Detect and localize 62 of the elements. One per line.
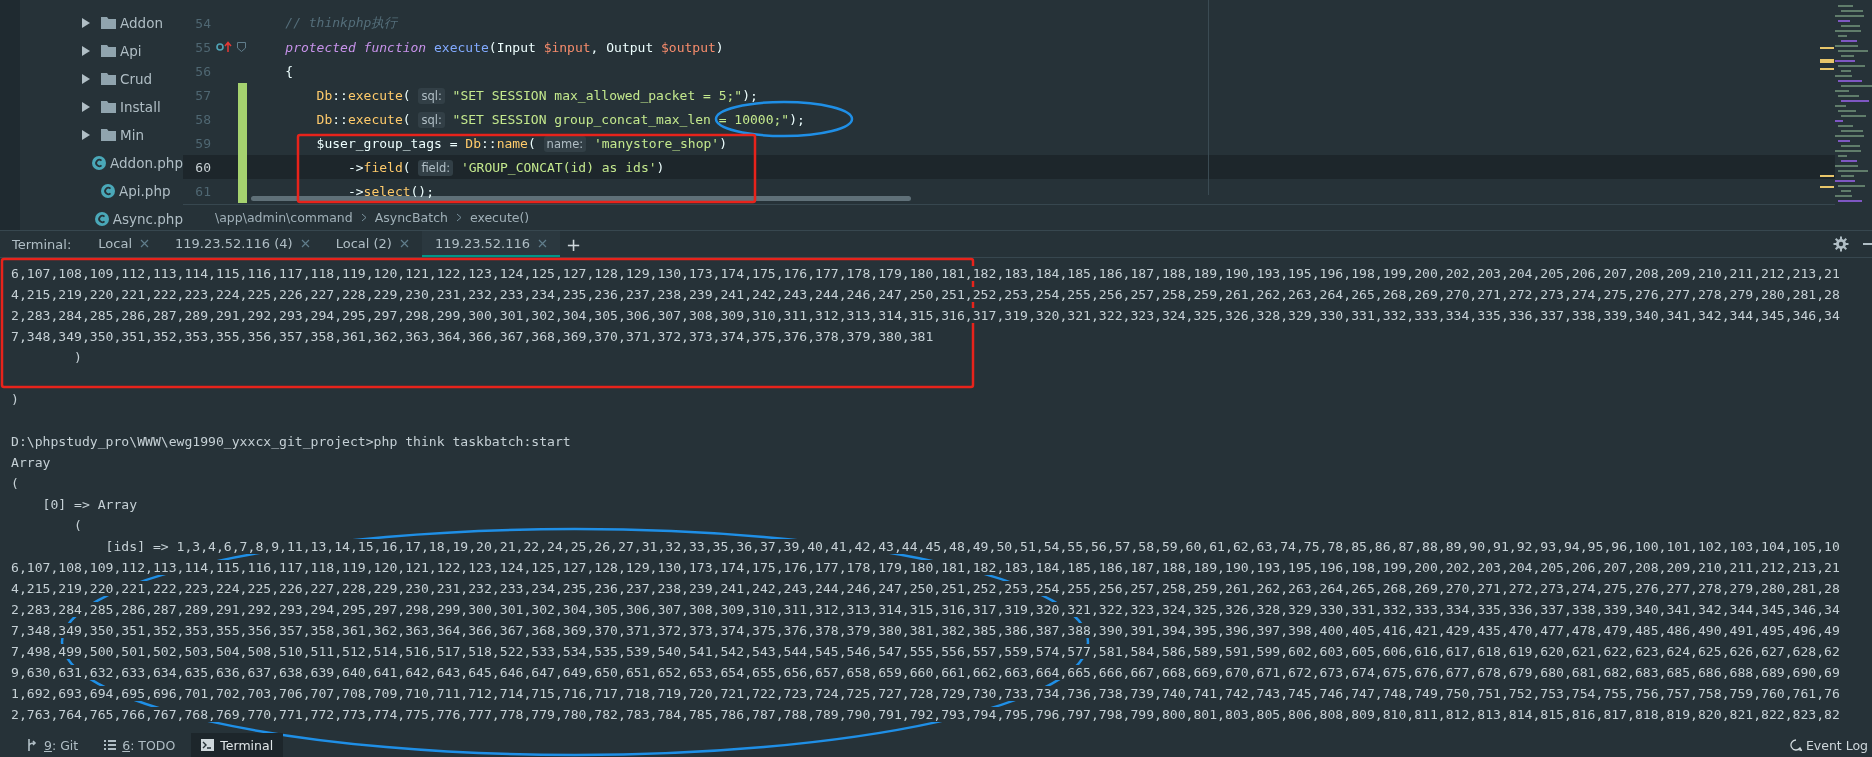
chevron-icon	[360, 213, 367, 223]
line-number: 59	[194, 135, 211, 151]
override-marker-icon[interactable]	[216, 41, 232, 53]
tool-window-button[interactable]: Terminal	[191, 733, 284, 757]
tree-item[interactable]: Api.php	[20, 177, 183, 205]
tree-item[interactable]: Async.php	[20, 205, 183, 233]
folder-icon	[101, 17, 116, 29]
horizontal-scrollbar[interactable]	[251, 196, 911, 201]
expand-arrow-icon[interactable]	[82, 130, 90, 140]
code-line: {	[284, 63, 294, 79]
branch-icon	[26, 739, 38, 751]
fold-icon[interactable]	[237, 42, 246, 52]
line-number: 55	[194, 39, 211, 55]
line-number: 56	[194, 63, 211, 79]
close-icon[interactable]	[538, 238, 548, 248]
class-file-icon	[94, 212, 109, 226]
terminal-tab[interactable]: 119.23.52.116	[421, 231, 561, 257]
tool-window-button[interactable]: 6: TODO	[94, 733, 186, 757]
breadcrumb-item[interactable]: execute()	[469, 210, 530, 226]
code-line: // thinkphp执行	[284, 14, 398, 32]
tree-item[interactable]: Addon	[20, 9, 183, 37]
code-line: Db::execute( sql: "SET SESSION max_allowed_packet = 5;");	[315, 87, 758, 103]
close-icon[interactable]	[140, 238, 150, 248]
folder-icon	[101, 73, 116, 85]
terminal-tab[interactable]: Local (2)	[322, 231, 422, 257]
code-line: ->select();	[346, 183, 435, 199]
new-tab-button[interactable]: +	[560, 233, 588, 255]
tree-item[interactable]: Crud	[20, 65, 183, 93]
class-file-icon	[101, 184, 115, 198]
list-icon	[104, 740, 117, 750]
close-icon[interactable]	[300, 238, 310, 248]
breadcrumb-item[interactable]: \app\admin\command	[215, 210, 353, 226]
expand-arrow-icon[interactable]	[82, 74, 90, 84]
tree-item[interactable]: Addon.php	[20, 149, 183, 177]
class-file-icon	[92, 156, 107, 170]
tree-item[interactable]: Min	[20, 121, 183, 149]
tool-window-button[interactable]: 9: Git	[16, 733, 89, 757]
terminal-tab[interactable]: 119.23.52.116 (4)	[162, 231, 323, 257]
expand-arrow-icon[interactable]	[82, 46, 90, 56]
code-line: Db::execute( sql: "SET SESSION group_concat_max_len = 10000;");	[315, 111, 805, 127]
tree-item[interactable]: Install	[20, 93, 183, 121]
line-number: 57	[194, 87, 211, 103]
breadcrumb-item[interactable]: AsyncBatch	[374, 210, 448, 226]
terminal-tab[interactable]: Local	[85, 231, 163, 257]
code-line: protected function execute(Input $input, Output $output)	[284, 39, 724, 55]
folder-icon	[101, 129, 116, 141]
expand-arrow-icon[interactable]	[82, 102, 90, 112]
code-line: $user_group_tags = Db::name( name: 'manystore_shop')	[315, 135, 727, 151]
folder-icon	[101, 45, 116, 57]
terminal-label: Terminal:	[12, 236, 72, 252]
folder-icon	[101, 101, 116, 113]
code-line: ->field( field: 'GROUP_CONCAT(id) as ids')	[346, 159, 665, 175]
close-icon[interactable]	[399, 238, 409, 248]
line-number: 54	[194, 15, 211, 31]
terminal-icon	[201, 739, 215, 751]
line-number: 58	[194, 111, 211, 127]
line-number: 61	[194, 183, 211, 199]
tree-item[interactable]: Api	[20, 37, 183, 65]
expand-arrow-icon[interactable]	[82, 18, 90, 28]
line-number: 60	[194, 159, 211, 175]
chevron-icon	[455, 213, 462, 223]
settings-icon[interactable]	[1833, 236, 1849, 252]
